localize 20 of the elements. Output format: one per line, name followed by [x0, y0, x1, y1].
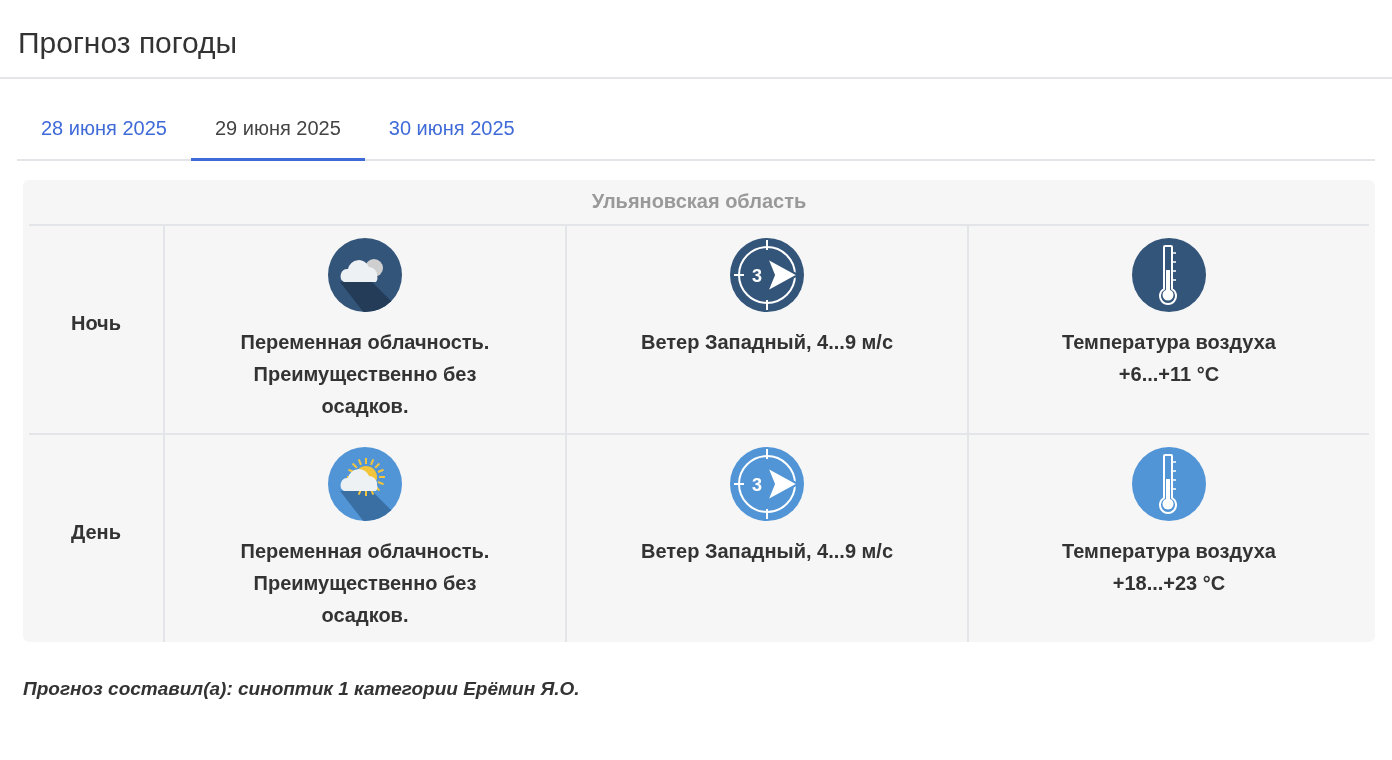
wind-direction-icon: 3: [730, 238, 804, 312]
sun-cloud-icon: [328, 447, 402, 521]
date-tab[interactable]: 30 июня 2025: [364, 101, 539, 161]
forecaster-note: Прогноз составил(а): синоптик 1 категории Ерёмин Я.О.: [23, 678, 581, 700]
period-label: День: [71, 521, 121, 544]
wind-direction-icon: 3: [730, 447, 804, 521]
period-label: Ночь: [70, 312, 122, 335]
date-tab[interactable]: 29 июня 2025: [190, 101, 365, 161]
moon-cloud-icon: [328, 238, 402, 312]
wind-text: Ветер Западный, 4...9 м/с: [640, 539, 894, 564]
sky-condition: Переменная облачность. Преимущественно без осадков.: [239, 330, 491, 419]
thermometer-icon: [1132, 238, 1206, 312]
thermometer-icon: [1132, 447, 1206, 521]
temperature-text: Температура воздуха +18...+23 °С: [1062, 539, 1276, 596]
temperature-text: Температура воздуха +6...+11 °С: [1062, 330, 1276, 387]
date-tab[interactable]: 28 июня 2025: [17, 101, 191, 161]
region-title: Ульяновская область: [29, 180, 1369, 226]
page-title: Прогноз погоды: [0, 0, 1392, 79]
sky-condition: Переменная облачность. Преимущественно без осадков.: [239, 539, 491, 628]
wind-text: Ветер Западный, 4...9 м/с: [640, 330, 894, 355]
